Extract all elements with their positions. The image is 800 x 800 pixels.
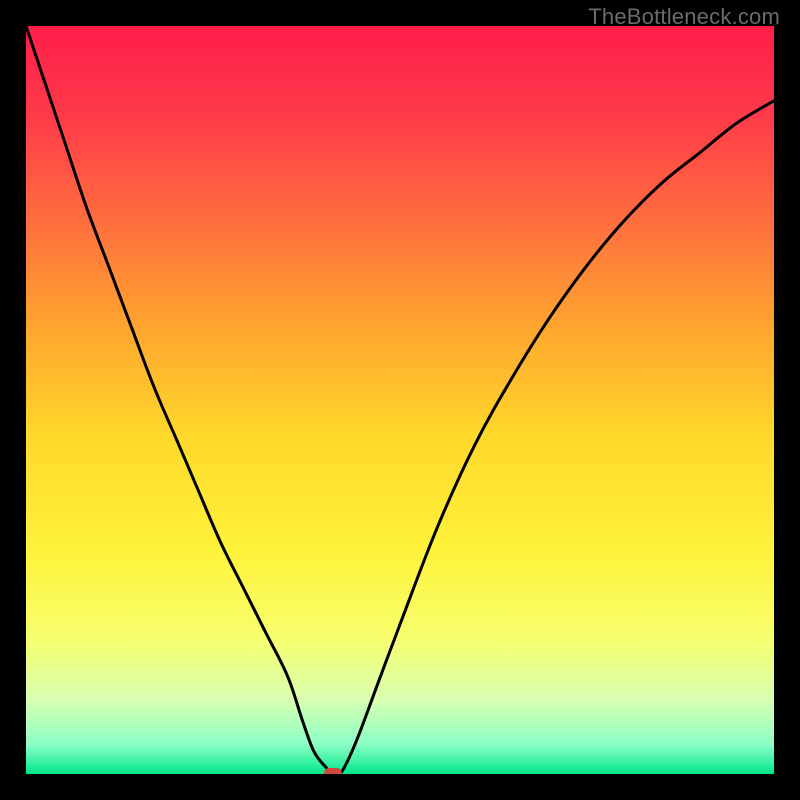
optimal-point-marker — [324, 768, 342, 774]
bottleneck-curve — [26, 26, 774, 774]
watermark-text: TheBottleneck.com — [588, 4, 780, 30]
chart-frame: TheBottleneck.com — [0, 0, 800, 800]
plot-area — [26, 26, 774, 774]
curve-svg — [26, 26, 774, 774]
